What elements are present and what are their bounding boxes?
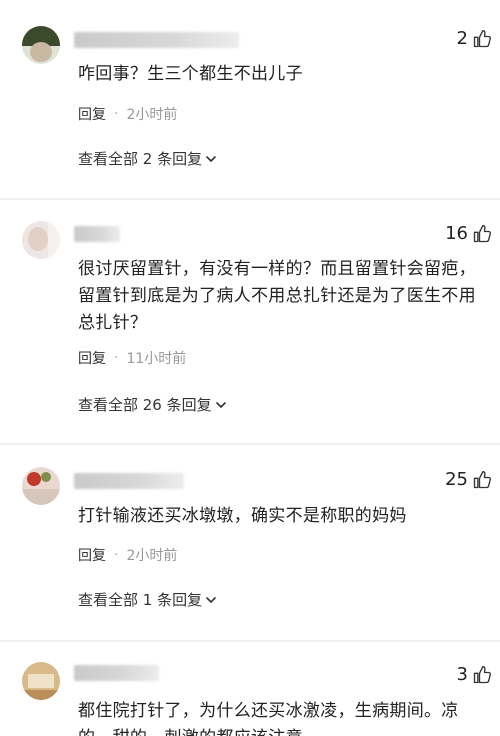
avatar-image <box>22 467 60 505</box>
avatar[interactable] <box>22 662 60 700</box>
comment-divider <box>0 198 500 200</box>
expand-replies-label: 查看全部 2 条回复 <box>78 150 203 168</box>
reply-button[interactable]: 回复 <box>78 348 106 368</box>
like-count: 25 <box>445 469 468 490</box>
timestamp: 2小时前 <box>126 548 178 564</box>
thumbs-up-icon <box>473 665 491 683</box>
username-redacted[interactable] <box>74 665 159 681</box>
like-count: 3 <box>456 664 468 685</box>
reply-button[interactable]: 回复 <box>78 104 106 124</box>
thumbs-up-icon <box>473 470 491 488</box>
avatar[interactable] <box>22 26 60 64</box>
comment-meta: 回复 · 11小时前 <box>78 348 186 368</box>
separator-dot: · <box>114 547 119 563</box>
chevron-down-icon <box>206 596 216 603</box>
avatar[interactable] <box>22 467 60 505</box>
chevron-down-icon <box>215 401 226 408</box>
timestamp: 11小时前 <box>126 351 187 367</box>
username-redacted[interactable] <box>74 226 120 242</box>
comment-text: 咋回事？生三个都生不出儿子 <box>78 64 303 84</box>
avatar[interactable] <box>22 221 60 259</box>
expand-replies-label: 查看全部 1 条回复 <box>78 591 203 609</box>
thumbs-up-icon <box>473 29 491 47</box>
like-count: 16 <box>445 223 468 244</box>
expand-replies-button[interactable]: 查看全部 26 条回复 <box>78 394 228 415</box>
like-button[interactable]: 25 <box>445 469 492 490</box>
expand-replies-button[interactable]: 查看全部 2 条回复 <box>78 148 218 169</box>
avatar-image <box>22 26 60 64</box>
comment-text: 打针输液还买冰墩墩，确实不是称职的妈妈 <box>78 506 407 526</box>
like-button[interactable]: 3 <box>457 664 492 685</box>
thumbs-up-icon <box>473 224 491 242</box>
like-button[interactable]: 16 <box>445 223 492 244</box>
like-count: 2 <box>456 28 468 49</box>
like-button[interactable]: 2 <box>457 28 492 49</box>
separator-dot: · <box>114 350 119 366</box>
chevron-down-icon <box>206 155 216 162</box>
separator-dot: · <box>114 106 119 122</box>
expand-replies-label: 查看全部 26 条回复 <box>78 396 212 414</box>
comment-meta: 回复 · 2小时前 <box>78 104 177 124</box>
comment-text: 都住院打针了，为什么还买冰激凌，生病期间。凉的，甜的，刺激的都应该注意 <box>78 701 459 736</box>
username-redacted[interactable] <box>74 32 239 48</box>
comment-text: 很讨厌留置针，有没有一样的？而且留置针会留疤，留置针到底是为了病人不用总扎针还是… <box>78 259 476 333</box>
comment-feed: 2 咋回事？生三个都生不出儿子 回复 · 2小时前 查看全部 2 条回复 16 … <box>0 0 500 736</box>
avatar-image <box>22 662 60 700</box>
comment-divider <box>0 640 500 642</box>
timestamp: 2小时前 <box>126 107 178 123</box>
comment-divider <box>0 443 500 445</box>
comment-meta: 回复 · 2小时前 <box>78 545 177 565</box>
expand-replies-button[interactable]: 查看全部 1 条回复 <box>78 589 218 610</box>
avatar-image <box>22 221 60 259</box>
reply-button[interactable]: 回复 <box>78 545 106 565</box>
username-redacted[interactable] <box>74 473 184 489</box>
